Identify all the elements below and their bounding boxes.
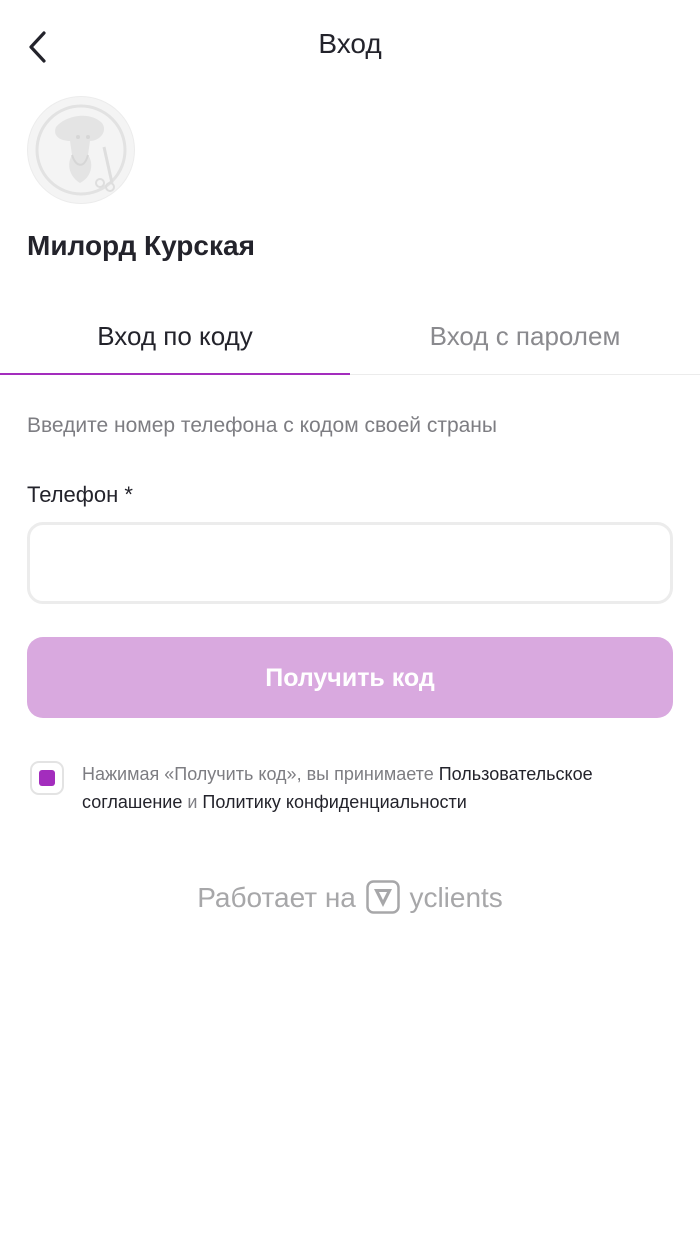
yclients-logo-icon [365,880,400,914]
login-tabs: Вход по коду Вход с паролем [0,300,700,375]
company-logo [27,96,135,204]
phone-input[interactable] [27,522,673,604]
consent-checkbox[interactable] [30,761,64,795]
consent-prefix: Нажимая «Получить код», вы принимаете [82,764,439,784]
powered-by: Работает на yclients [0,880,700,914]
privacy-link[interactable]: Политику конфиденциальности [202,792,466,812]
checkbox-checked-mark [39,770,55,786]
phone-hint: Введите номер телефона с кодом своей стр… [27,414,497,437]
active-tab-indicator [0,373,350,375]
page-title: Вход [318,28,382,59]
powered-prefix: Работает на [197,882,356,913]
consent-middle: и [182,792,203,812]
phone-label: Телефон * [27,482,133,507]
tab-code-login[interactable]: Вход по коду [0,300,350,372]
brand-name: yclients [409,882,503,913]
consent-text: Нажимая «Получить код», вы принимаете По… [82,760,682,816]
header-bar: Вход [0,0,700,95]
tab-password-login[interactable]: Вход с паролем [350,300,700,372]
company-name: Милорд Курская [27,230,255,261]
get-code-button[interactable]: Получить код [27,637,673,718]
barber-logo-icon [35,104,127,196]
